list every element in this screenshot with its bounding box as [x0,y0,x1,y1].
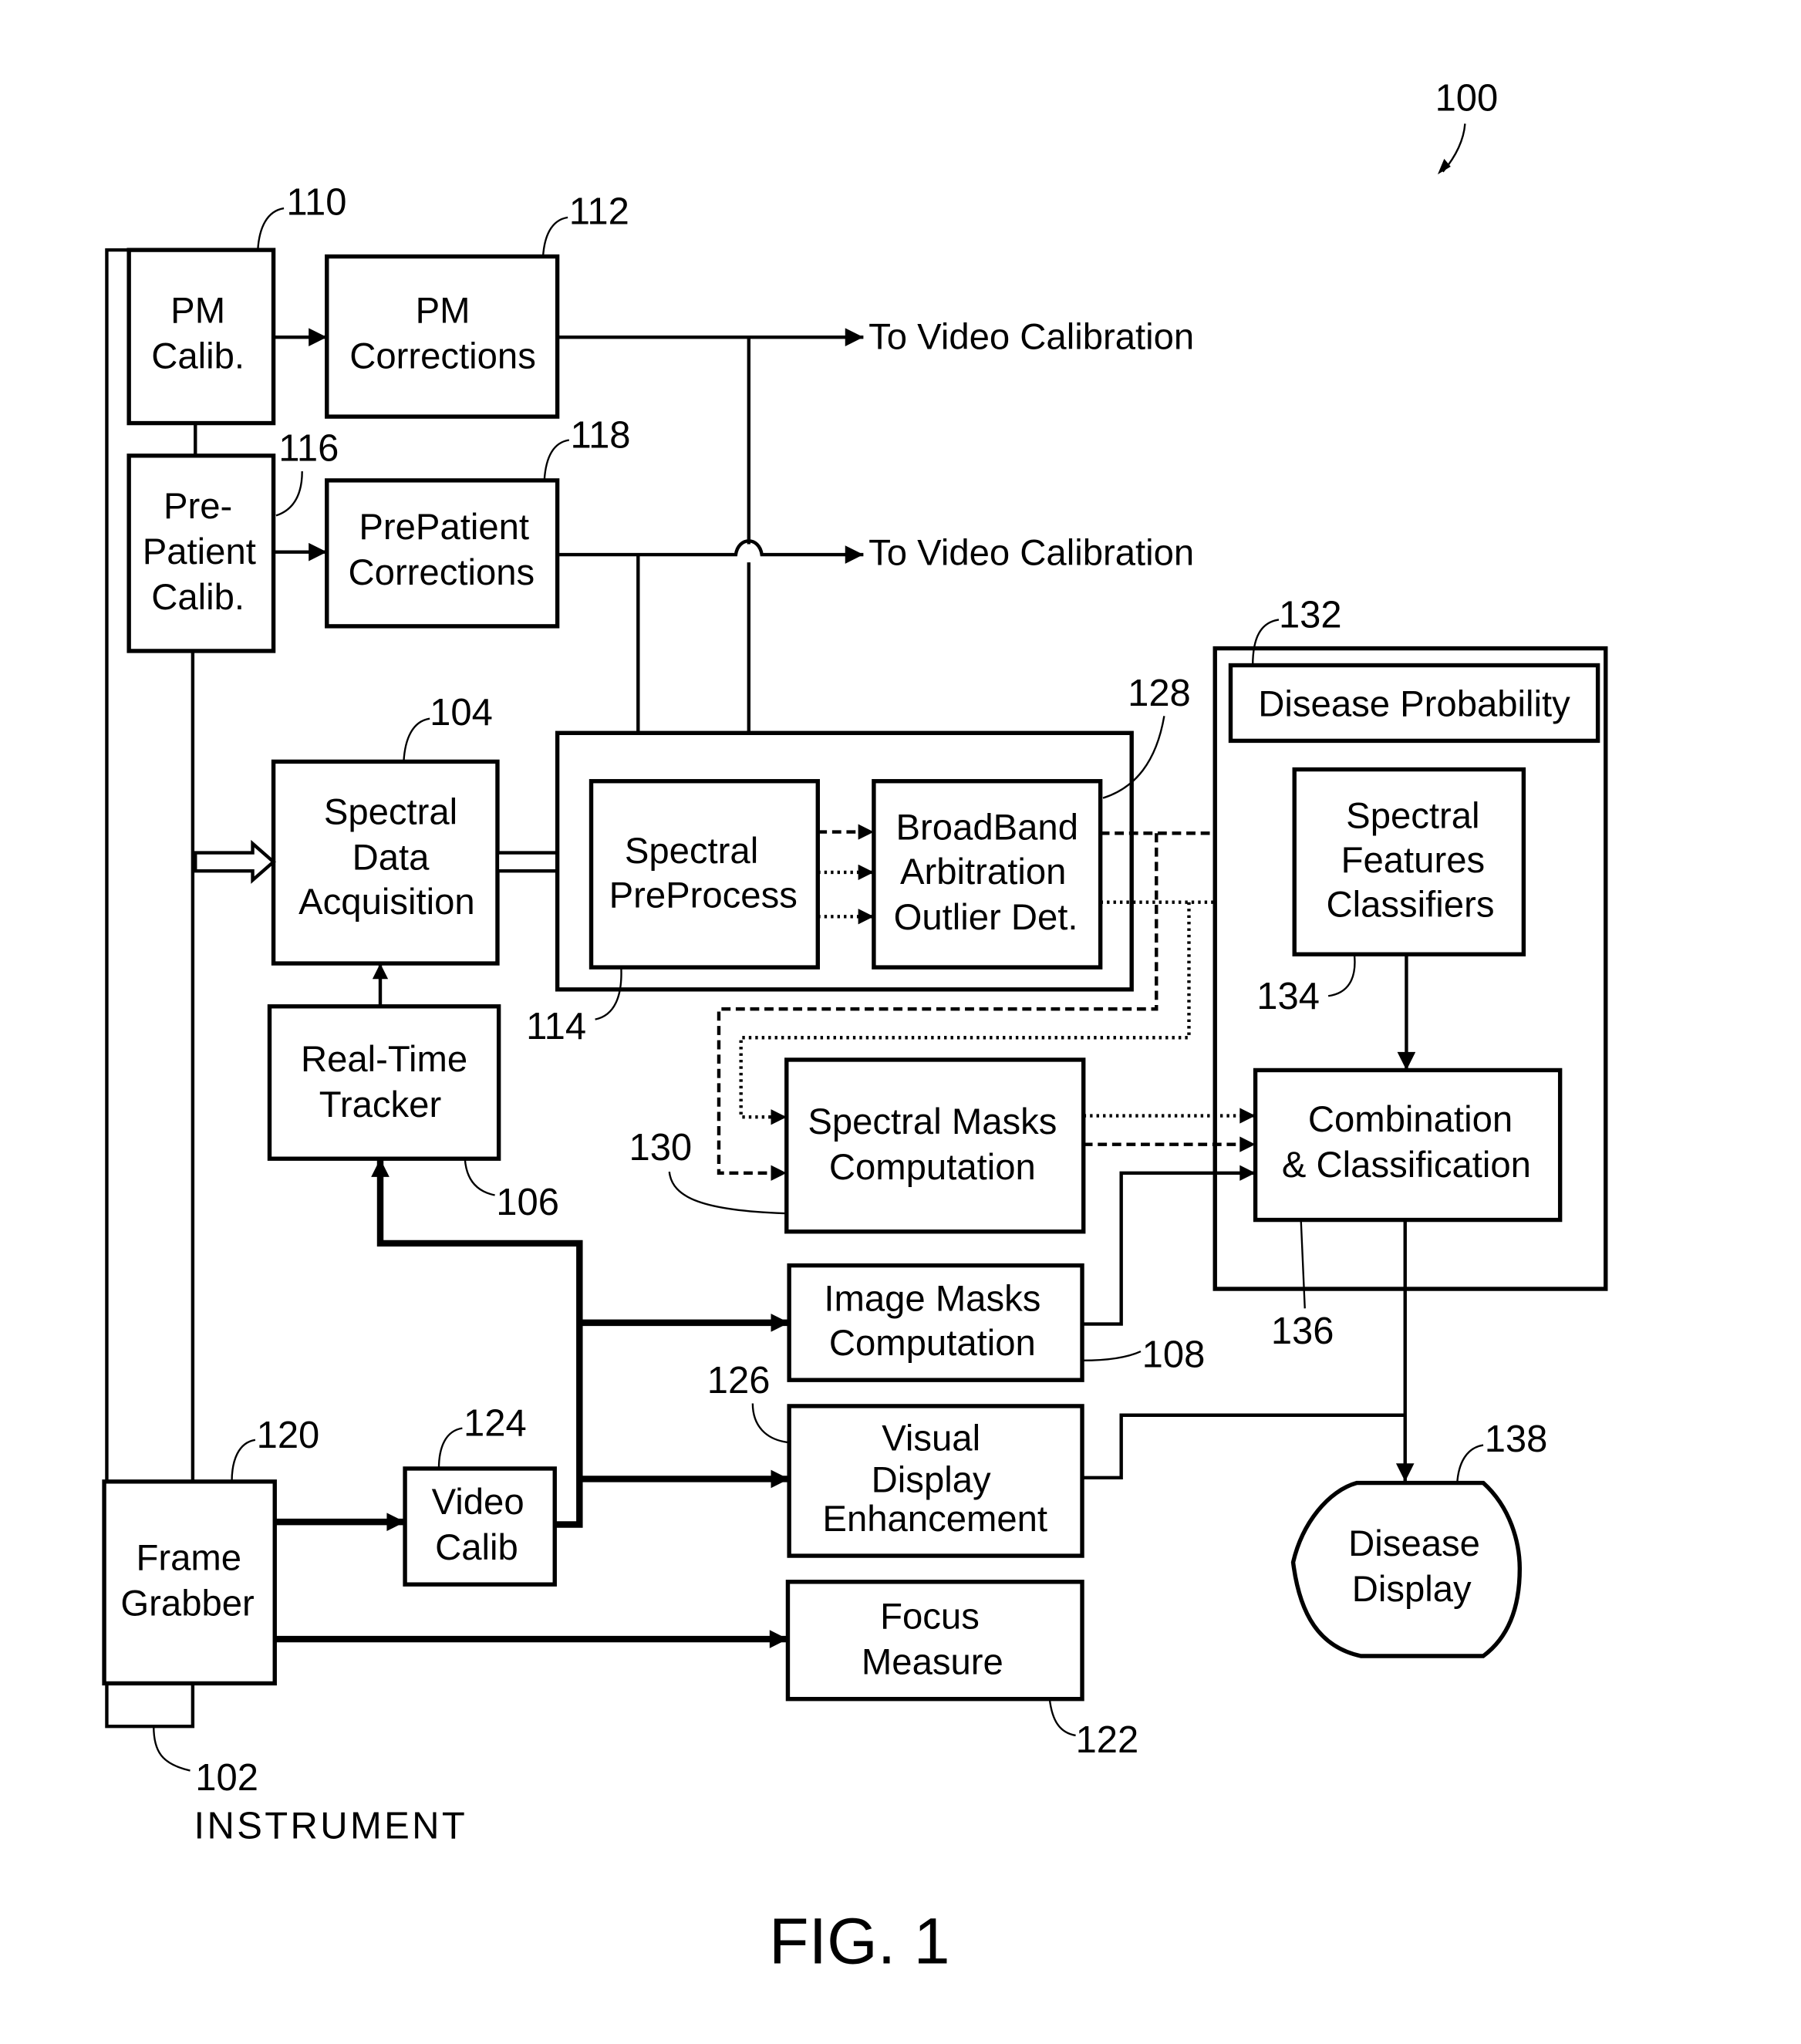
pre-patient-calib-block[interactable]: Pre- Patient Calib. [126,454,276,653]
tracker-ref: 106 [496,1182,559,1223]
visual-line-3: Enhancement [822,1499,1047,1540]
spectral-data-acquisition-block[interactable]: Spectral Data Acquisition [271,759,500,966]
features-ref: 134 [1256,976,1320,1017]
tracker-line-2: Tracker [319,1084,441,1125]
frame-grabber-ref: 120 [257,1415,320,1456]
disease-display-line-1: Disease [1348,1523,1480,1564]
system-ref-arrowhead-icon [1437,158,1451,175]
visual-display-enhancement-block[interactable]: Visual Display Enhancement [787,1404,1084,1558]
combination-ref: 136 [1271,1310,1334,1352]
real-time-tracker-block[interactable]: Real-Time Tracker [267,1004,501,1161]
pm-to-video-label: To Video Calibration [868,316,1194,357]
frame-grabber-line-1: Frame [137,1538,242,1579]
instrument-ref: 102 [195,1757,258,1799]
focus-ref: 122 [1076,1719,1139,1761]
pm-calib-line-1: PM [170,291,225,332]
broadband-arbitration-block[interactable]: BroadBand Arbitration Outlier Det. [872,779,1103,970]
spectral-masks-computation-block[interactable]: Spectral Masks Computation [784,1057,1086,1234]
pm-calib-line-2: Calib. [151,336,245,377]
pre-patient-calib-line-3: Calib. [151,577,245,618]
block-diagram: 100 PM Calib. 110 PM Corrections 112 Pre… [102,77,1608,1977]
disease-probability-ref: 132 [1279,595,1342,636]
pm-calib-ref: 110 [286,182,346,224]
broadband-line-3: Outlier Det. [894,897,1078,938]
disease-display-ref: 138 [1485,1418,1548,1460]
system-ref-label: 100 [1435,77,1499,119]
preprocess-group-ref: 114 [526,1006,586,1047]
pm-corrections-line-2: Corrections [349,336,536,377]
visual-line-1: Visual [882,1418,980,1459]
prepatient-to-video-label: To Video Calibration [868,533,1194,574]
frame-grabber-block[interactable]: Frame Grabber [102,1479,277,1686]
features-line-2: Features [1341,840,1485,881]
disease-probability-title: Disease Probability [1258,683,1570,724]
disease-display-terminal[interactable]: Disease Display [1290,1480,1523,1658]
preprocess-line-1: Spectral [625,831,758,872]
spectral-features-classifiers-block[interactable]: Spectral Features Classifiers [1292,767,1526,956]
focus-line-1: Focus [880,1597,980,1638]
combination-line-2: & Classification [1282,1145,1531,1186]
sda-line-1: Spectral [324,791,457,832]
focus-measure-block[interactable]: Focus Measure [785,1580,1084,1702]
video-calib-ref: 124 [464,1403,527,1445]
spectral-masks-ref: 130 [629,1127,692,1169]
figure-caption: FIG. 1 [769,1904,950,1977]
spectral-masks-line-1: Spectral Masks [808,1101,1057,1142]
disease-probability-header: Disease Probability [1228,663,1600,744]
tracker-line-1: Real-Time [301,1039,467,1080]
frame-grabber-line-2: Grabber [120,1584,254,1624]
frame-to-acquisition-hollow-arrow [194,839,276,884]
sda-ref: 104 [430,692,493,734]
combination-line-1: Combination [1308,1099,1513,1140]
pre-patient-calib-ref: 116 [278,428,339,470]
pm-corrections-ref: 112 [569,191,629,232]
video-calib-block[interactable]: Video Calib [403,1466,557,1587]
sda-line-2: Data [352,838,430,879]
features-line-1: Spectral [1346,796,1479,837]
broadband-ref: 128 [1128,673,1191,714]
video-calib-line-2: Calib [435,1527,518,1568]
visual-ref: 126 [707,1360,771,1401]
image-masks-line-1: Image Masks [824,1279,1040,1320]
broadband-line-1: BroadBand [896,808,1078,848]
pm-calib-block[interactable]: PM Calib. [126,248,276,426]
prepatient-corrections-block[interactable]: PrePatient Corrections [325,478,560,629]
features-line-3: Classifiers [1327,884,1495,925]
combination-classification-block[interactable]: Combination & Classification [1253,1068,1563,1223]
prepatient-corrections-line-2: Corrections [349,552,535,593]
prepatient-corrections-line-1: PrePatient [359,507,529,548]
focus-line-2: Measure [862,1642,1003,1683]
spectral-masks-line-2: Computation [829,1147,1036,1188]
prepatient-corrections-ref: 118 [571,415,631,457]
pre-patient-calib-line-2: Patient [143,531,256,572]
prepatient-to-video-arrow [557,539,864,564]
disease-display-line-2: Display [1352,1569,1472,1610]
image-masks-ref: 108 [1142,1334,1206,1375]
image-masks-computation-block[interactable]: Image Masks Computation [787,1263,1084,1382]
instrument-label: INSTRUMENT [194,1805,468,1847]
pm-corrections-block[interactable]: PM Corrections [325,254,560,419]
broadband-line-2: Arbitration [900,852,1066,892]
preprocess-line-2: PreProcess [609,875,798,916]
video-calib-line-1: Video [432,1482,524,1523]
sda-line-3: Acquisition [298,882,475,922]
pm-corrections-line-1: PM [416,291,470,332]
visual-line-2: Display [872,1459,991,1500]
spectral-preprocess-block[interactable]: Spectral PreProcess [589,779,820,970]
image-masks-line-2: Computation [829,1323,1036,1364]
pre-patient-calib-line-1: Pre- [164,486,232,527]
